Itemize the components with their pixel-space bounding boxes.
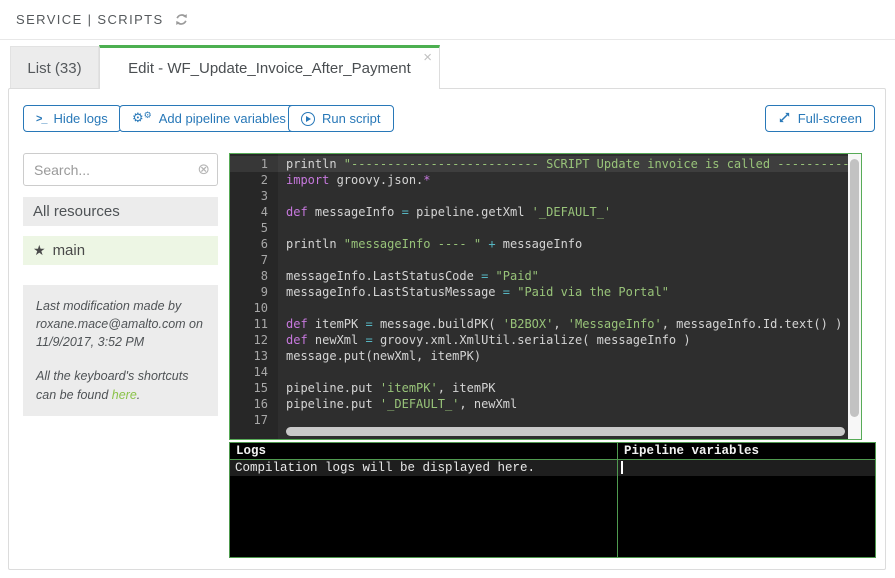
code-line[interactable]: 13message.put(newXml, itemPK): [230, 348, 850, 364]
tab-edit-label: Edit - WF_Update_Invoice_After_Payment: [128, 60, 411, 77]
refresh-icon[interactable]: [174, 12, 189, 27]
code-line[interactable]: 17: [230, 412, 850, 428]
tab-list[interactable]: List (33): [10, 46, 99, 89]
sidebar-item-all-resources[interactable]: All resources: [23, 197, 218, 226]
code-line[interactable]: 11def itemPK = message.buildPK( 'B2BOX',…: [230, 316, 850, 332]
add-pipeline-variables-label: Add pipeline variables: [159, 111, 286, 126]
code-line[interactable]: 12def newXml = groovy.xml.XmlUtil.serial…: [230, 332, 850, 348]
fullscreen-icon: [778, 111, 791, 127]
text-caret: [621, 461, 623, 474]
code-line[interactable]: 5: [230, 220, 850, 236]
code-editor[interactable]: 1println "-------------------------- SCR…: [229, 153, 862, 440]
code-line[interactable]: 16pipeline.put '_DEFAULT_', newXml: [230, 396, 850, 412]
breadcrumb: SERVICE | SCRIPTS: [16, 12, 164, 27]
code-line[interactable]: 3: [230, 188, 850, 204]
search-input[interactable]: [23, 153, 218, 186]
logs-panel: Logs Compilation logs will be displayed …: [229, 442, 618, 558]
code-line[interactable]: 6println "messageInfo ---- " + messageIn…: [230, 236, 850, 252]
search-clear-icon[interactable]: ⊗: [197, 160, 210, 178]
all-resources-label: All resources: [33, 203, 120, 220]
run-script-label: Run script: [322, 111, 381, 126]
pipeline-variables-row: [618, 460, 875, 476]
shortcuts-here-link[interactable]: here: [112, 388, 137, 402]
code-line[interactable]: 2import groovy.json.*: [230, 172, 850, 188]
code-line[interactable]: 8messageInfo.LastStatusCode = "Paid": [230, 268, 850, 284]
shortcuts-text: All the keyboard's shortcuts can be foun…: [36, 367, 205, 403]
main-item-label: main: [53, 242, 86, 259]
vertical-scrollbar[interactable]: [848, 154, 861, 439]
code-line[interactable]: 14: [230, 364, 850, 380]
code-line[interactable]: 7: [230, 252, 850, 268]
star-icon: ★: [33, 243, 46, 259]
tab-list-label: List (33): [27, 60, 81, 77]
code-line[interactable]: 1println "-------------------------- SCR…: [230, 156, 850, 172]
tab-edit-script[interactable]: Edit - WF_Update_Invoice_After_Payment ×: [99, 45, 440, 89]
logs-panel-title: Logs: [230, 443, 617, 460]
code-lines: 1println "-------------------------- SCR…: [230, 156, 850, 428]
editor-card: >_ Hide logs ⚙⚙ Add pipeline variables R…: [8, 88, 886, 570]
code-line[interactable]: 10: [230, 300, 850, 316]
gears-icon: ⚙⚙: [132, 112, 152, 125]
tab-close-icon[interactable]: ×: [423, 50, 432, 65]
horizontal-scrollbar[interactable]: [286, 427, 845, 436]
play-icon: [301, 112, 315, 126]
hide-logs-label: Hide logs: [54, 111, 108, 126]
logs-rows: Compilation logs will be displayed here.: [230, 460, 617, 476]
fullscreen-label: Full-screen: [798, 111, 862, 126]
fullscreen-button[interactable]: Full-screen: [765, 105, 875, 132]
pipeline-variables-panel: Pipeline variables: [617, 442, 876, 558]
pipeline-variables-title: Pipeline variables: [618, 443, 875, 460]
search-box: ⊗: [23, 153, 218, 186]
code-line[interactable]: 15pipeline.put 'itemPK', itemPK: [230, 380, 850, 396]
top-header: SERVICE | SCRIPTS: [0, 0, 895, 40]
hide-logs-button[interactable]: >_ Hide logs: [23, 105, 121, 132]
last-modification-text: Last modification made by roxane.mace@am…: [36, 297, 205, 351]
app-window: SERVICE | SCRIPTS List (33) Edit - WF_Up…: [0, 0, 895, 578]
sidebar-item-main[interactable]: ★ main: [23, 236, 218, 265]
code-line[interactable]: 4def messageInfo = pipeline.getXml '_DEF…: [230, 204, 850, 220]
code-line[interactable]: 9messageInfo.LastStatusMessage = "Paid v…: [230, 284, 850, 300]
add-pipeline-variables-button[interactable]: ⚙⚙ Add pipeline variables: [119, 105, 299, 132]
modification-note: Last modification made by roxane.mace@am…: [23, 285, 218, 416]
log-row: Compilation logs will be displayed here.: [230, 460, 617, 476]
run-script-button[interactable]: Run script: [288, 105, 394, 132]
terminal-icon: >_: [36, 113, 47, 125]
